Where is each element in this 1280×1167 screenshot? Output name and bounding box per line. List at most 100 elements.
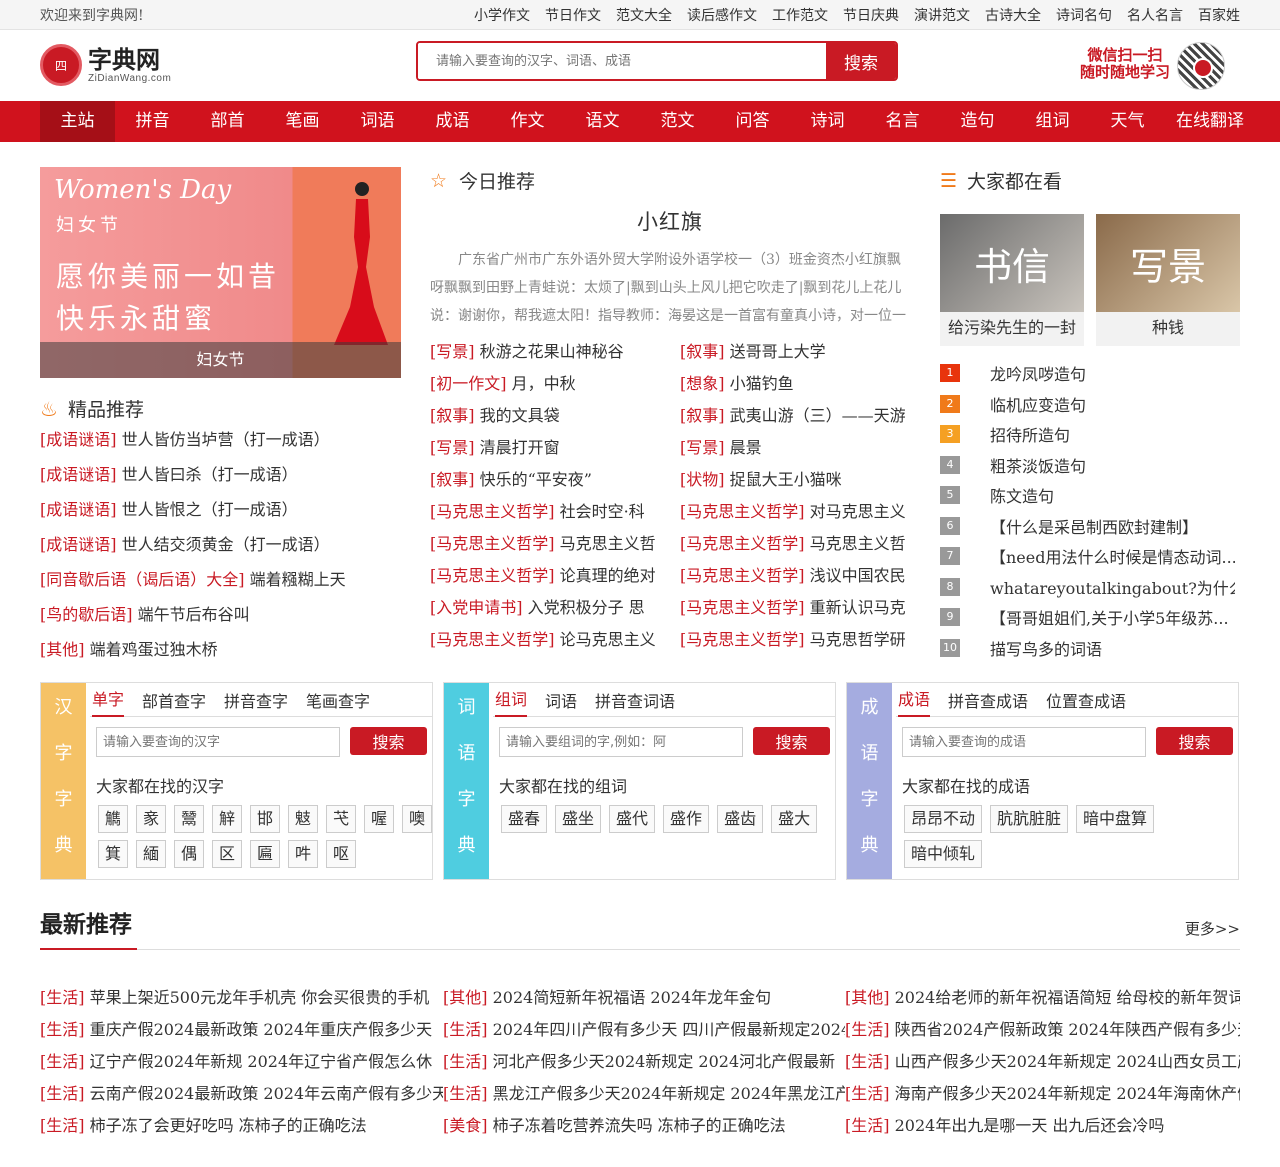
today-item[interactable]: [写景] 秋游之花果山神秘谷 <box>430 336 680 368</box>
today-item-text[interactable]: 马克思主义哲 <box>810 534 906 553</box>
hot-rank-item[interactable]: 10 描写鸟多的词语 <box>940 633 1240 664</box>
latest-more-link[interactable]: 更多>> <box>1185 918 1240 939</box>
today-item-text[interactable]: 我的文具袋 <box>480 406 560 425</box>
dict-box-search-input[interactable] <box>499 727 743 757</box>
latest-item-tag[interactable]: [生活] <box>845 1020 890 1039</box>
latest-item-tag[interactable]: [生活] <box>845 1116 890 1135</box>
dict-box-search-button[interactable]: 搜索 <box>350 727 427 755</box>
jingpin-item-tag[interactable]: [成语谜语] <box>40 535 117 554</box>
today-item-tag[interactable]: [初一作文] <box>430 374 507 393</box>
today-item-text[interactable]: 武夷山游（三）——天游 <box>730 406 906 425</box>
jingpin-item[interactable]: [成语谜语] 世人结交须黄金（打一成语） <box>40 527 410 562</box>
top-link[interactable]: 节日作文 <box>545 5 601 25</box>
dict-chip[interactable]: 豙 <box>136 805 166 833</box>
hot-rank-text[interactable]: 粗茶淡饭造句 <box>990 453 1235 477</box>
today-item[interactable]: [马克思主义哲学] 社会时空·科 <box>430 496 680 528</box>
today-item-text[interactable]: 浅议中国农民 <box>810 566 906 585</box>
today-item-tag[interactable]: [状物] <box>680 470 725 489</box>
nav-item[interactable]: 范文 <box>640 101 715 142</box>
hot-rank-text[interactable]: 临机应变造句 <box>990 392 1235 416</box>
hot-thumb-image[interactable]: 书信 <box>940 214 1084 312</box>
latest-item-tag[interactable]: [生活] <box>845 1052 890 1071</box>
dict-box-tab[interactable]: 部首查字 <box>142 688 206 712</box>
latest-item-tag[interactable]: [生活] <box>40 1084 85 1103</box>
latest-item-text[interactable]: 2024给老师的新年祝福语简短 给母校的新年贺词 <box>895 988 1240 1007</box>
dict-chip[interactable]: 昂昂不动 <box>904 805 983 833</box>
today-item[interactable]: [马克思主义哲学] 马克思主义哲 <box>680 528 910 560</box>
today-item-text[interactable]: 快乐的“平安夜” <box>480 470 592 489</box>
hot-thumb-image[interactable]: 写景 <box>1096 214 1240 312</box>
dict-chip[interactable]: 觪 <box>212 805 242 833</box>
today-item-text[interactable]: 捉鼠大王小猫咪 <box>730 470 842 489</box>
dict-box-tab[interactable]: 组词 <box>495 685 528 717</box>
banner-womens-day[interactable]: Women's Day 妇女节 愿你美丽一如昔 快乐永甜蜜 妇女节 <box>40 167 401 378</box>
latest-item-tag[interactable]: [生活] <box>443 1084 488 1103</box>
latest-item-tag[interactable]: [生活] <box>40 988 85 1007</box>
latest-item-text[interactable]: 2024年四川产假有多少天 四川产假最新规定2024 <box>493 1020 845 1039</box>
hot-rank-item[interactable]: 7 【need用法什么时候是情态动词... <box>940 541 1240 572</box>
today-item-tag[interactable]: [马克思主义哲学] <box>430 630 555 649</box>
jingpin-item-text[interactable]: 世人皆仿当垆营（打一成语） <box>122 430 330 449</box>
jingpin-item-tag[interactable]: [成语谜语] <box>40 500 117 519</box>
jingpin-item-tag[interactable]: [同音歇后语（谒后语）大全] <box>40 570 245 589</box>
dict-chip[interactable]: 偶 <box>174 840 204 868</box>
latest-item-tag[interactable]: [生活] <box>443 1020 488 1039</box>
latest-item[interactable]: [其他] 2024简短新年祝福语 2024年龙年金句 <box>443 982 845 1014</box>
today-item-tag[interactable]: [写景] <box>680 438 725 457</box>
today-item-tag[interactable]: [叙事] <box>680 406 725 425</box>
dict-box-tab[interactable]: 词语 <box>545 688 577 712</box>
latest-item[interactable]: [生活] 苹果上架近500元龙年手机壳 你会买很贵的手机 <box>40 982 443 1014</box>
today-item-tag[interactable]: [马克思主义哲学] <box>680 566 805 585</box>
nav-item[interactable]: 成语 <box>415 101 490 142</box>
today-item-text[interactable]: 重新认识马克 <box>810 598 906 617</box>
top-link[interactable]: 小学作文 <box>474 5 530 25</box>
dict-chip[interactable]: 芅 <box>326 805 356 833</box>
dict-box-tab[interactable]: 拼音查成语 <box>948 688 1028 712</box>
today-item-text[interactable]: 论马克思主义 <box>560 630 656 649</box>
latest-item[interactable]: [生活] 柿子冻了会更好吃吗 冻柿子的正确吃法 <box>40 1110 443 1142</box>
dict-box-tab[interactable]: 单字 <box>92 685 125 717</box>
nav-item[interactable]: 作文 <box>490 101 565 142</box>
latest-item-text[interactable]: 苹果上架近500元龙年手机壳 你会买很贵的手机 <box>90 988 430 1007</box>
latest-item-tag[interactable]: [生活] <box>40 1052 85 1071</box>
main-search-button[interactable]: 搜索 <box>826 43 896 79</box>
today-item[interactable]: [叙事] 我的文具袋 <box>430 400 680 432</box>
latest-item-text[interactable]: 陕西省2024产假新政策 2024年陕西产假有多少天 <box>895 1020 1240 1039</box>
today-item-tag[interactable]: [叙事] <box>430 406 475 425</box>
hot-rank-text[interactable]: 陈文造句 <box>990 483 1235 507</box>
dict-chip[interactable]: 鬵 <box>174 805 204 833</box>
latest-item[interactable]: [生活] 海南产假多少天2024年新规定 2024年海南休产假 <box>845 1078 1240 1110</box>
today-item[interactable]: [写景] 清晨打开窗 <box>430 432 680 464</box>
latest-item-tag[interactable]: [生活] <box>40 1020 85 1039</box>
latest-item-tag[interactable]: [美食] <box>443 1116 488 1135</box>
top-link[interactable]: 诗词名句 <box>1056 5 1112 25</box>
today-item-tag[interactable]: [马克思主义哲学] <box>430 566 555 585</box>
hot-thumb[interactable]: 书信 给污染先生的一封 <box>940 214 1084 346</box>
jingpin-item-text[interactable]: 端着糨糊上天 <box>250 570 346 589</box>
today-item-text[interactable]: 马克思哲学研 <box>810 630 906 649</box>
latest-item-tag[interactable]: [生活] <box>845 1084 890 1103</box>
dict-box-search-input[interactable] <box>96 727 340 757</box>
dict-chip[interactable]: 緬 <box>136 840 166 868</box>
latest-item-text[interactable]: 2024简短新年祝福语 2024年龙年金句 <box>493 988 772 1007</box>
jingpin-item-tag[interactable]: [鸟的歇后语] <box>40 605 133 624</box>
today-item[interactable]: [马克思主义哲学] 对马克思主义 <box>680 496 910 528</box>
jingpin-item-text[interactable]: 世人皆曰杀（打一成语） <box>122 465 298 484</box>
dict-chip[interactable]: 盛春 <box>501 805 548 833</box>
dict-chip[interactable]: 暗中盘算 <box>1076 805 1155 833</box>
hot-rank-item[interactable]: 6 【什么是采邑制西欧封建制】 <box>940 511 1240 542</box>
site-logo[interactable]: 四 字典网 ZiDianWang.com <box>40 44 171 86</box>
jingpin-item[interactable]: [其他] 端着鸡蛋过独木桥 <box>40 632 410 667</box>
today-item-text[interactable]: 入党积极分子 思 <box>528 598 645 617</box>
nav-item[interactable]: 笔画 <box>265 101 340 142</box>
jingpin-item-text[interactable]: 世人结交须黄金（打一成语） <box>122 535 330 554</box>
hot-rank-text[interactable]: 龙吟凤哕造句 <box>990 361 1235 385</box>
latest-item-text[interactable]: 山西产假多少天2024年新规定 2024山西女员工产 <box>895 1052 1240 1071</box>
latest-item-text[interactable]: 2024年出九是哪一天 出九后还会冷吗 <box>895 1116 1165 1135</box>
today-item[interactable]: [马克思主义哲学] 马克思主义哲 <box>430 528 680 560</box>
dict-chip[interactable]: 噢 <box>402 805 432 833</box>
latest-item-text[interactable]: 河北产假多少天2024新规定 2024河北产假最新 <box>493 1052 836 1071</box>
nav-item[interactable]: 词语 <box>340 101 415 142</box>
latest-item-text[interactable]: 柿子冻了会更好吃吗 冻柿子的正确吃法 <box>90 1116 367 1135</box>
nav-item[interactable]: 名言 <box>865 101 940 142</box>
